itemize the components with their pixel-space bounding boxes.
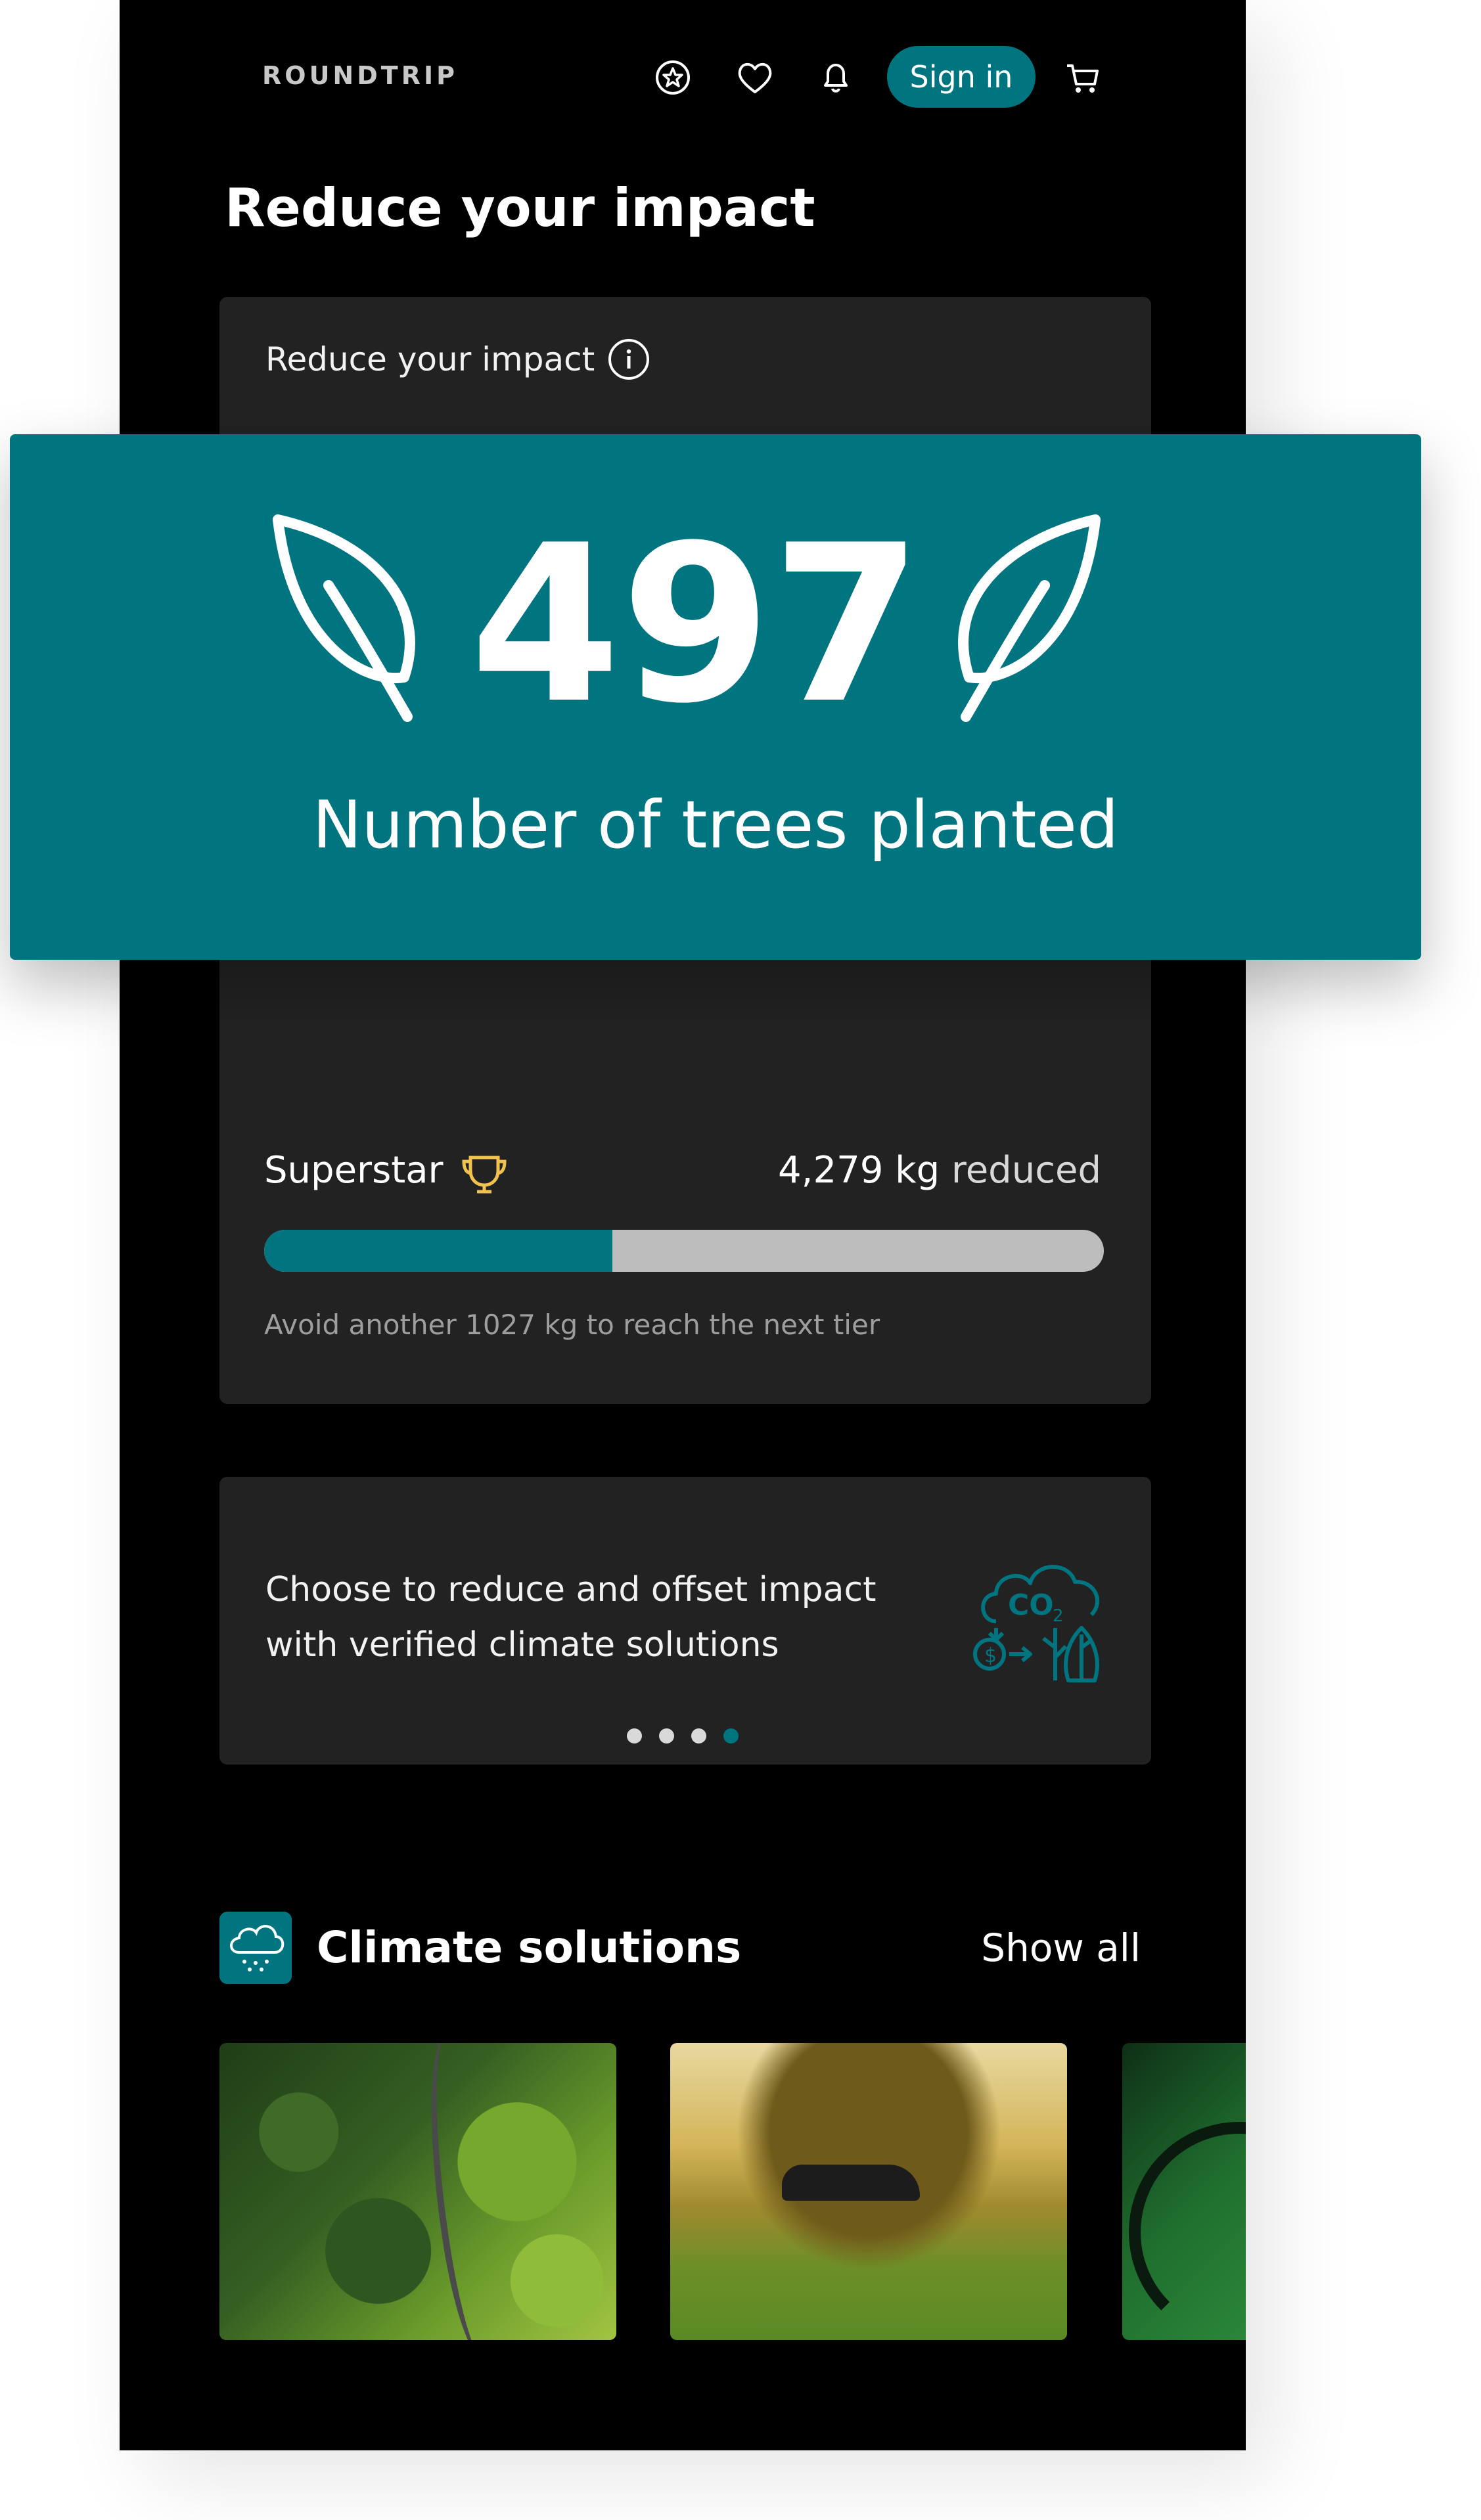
- reduced-word: reduced: [951, 1149, 1101, 1192]
- impact-card-title: Reduce your impact: [265, 340, 595, 378]
- green-car-thumbnail[interactable]: [1122, 2043, 1246, 2340]
- svg-text:CO: CO: [1008, 1588, 1054, 1622]
- svg-text:$: $: [984, 1644, 997, 1667]
- leaf-icon: [958, 514, 1101, 722]
- road-shape: [413, 2043, 518, 2340]
- heart-icon[interactable]: [734, 56, 776, 99]
- carousel-line-1: Choose to reduce and offset impact: [265, 1570, 877, 1609]
- show-all-link[interactable]: Show all: [981, 1912, 1141, 1984]
- trees-planted-banner: 497 Number of trees planted: [10, 434, 1421, 960]
- trees-planted-count: 497: [470, 499, 923, 751]
- roundtrip-logo[interactable]: ROUNDTRIP: [262, 59, 502, 92]
- carousel-pagination[interactable]: [627, 1728, 739, 1744]
- climate-carousel-card[interactable]: Choose to reduce and offset impact with …: [219, 1477, 1151, 1765]
- trees-planted-label: Number of trees planted: [312, 786, 1119, 863]
- carousel-dot[interactable]: [691, 1728, 706, 1744]
- carousel-dot[interactable]: [723, 1728, 739, 1744]
- page-title: Reduce your impact: [225, 177, 815, 238]
- bell-icon[interactable]: [815, 56, 857, 99]
- leaf-icon: [273, 514, 415, 722]
- cart-icon[interactable]: [1062, 56, 1104, 99]
- carousel-text: Choose to reduce and offset impact with …: [265, 1562, 923, 1673]
- phone-screen: ROUNDTRIP Sign in Reduce your impact Red…: [120, 0, 1246, 2450]
- carousel-dot[interactable]: [627, 1728, 642, 1744]
- car-shape: [782, 2165, 920, 2201]
- carousel-line-2: with verified climate solutions: [265, 1625, 779, 1665]
- tier-label: Superstar: [264, 1149, 444, 1192]
- reduced-amount: 4,279 kg: [778, 1149, 940, 1192]
- climate-solutions-title: Climate solutions: [317, 1922, 742, 1973]
- tier-progress-fill: [264, 1230, 613, 1272]
- car-wheel-arc: [1129, 2122, 1246, 2340]
- sign-in-button[interactable]: Sign in: [887, 46, 1036, 108]
- forest-road-thumbnail[interactable]: [219, 2043, 616, 2340]
- car-field-thumbnail[interactable]: [670, 2043, 1067, 2340]
- next-tier-hint: Avoid another 1027 kg to reach the next …: [264, 1309, 880, 1341]
- co2-offset-icon: CO 2 $: [973, 1565, 1100, 1682]
- climate-solutions-icon: [219, 1912, 292, 1984]
- co2-reduced: 4,279 kg reduced: [778, 1144, 1101, 1197]
- carousel-dot[interactable]: [659, 1728, 674, 1744]
- trophy-icon: [462, 1156, 507, 1194]
- star-badge-icon[interactable]: [652, 56, 694, 99]
- tier-progress-bar: [264, 1230, 1104, 1272]
- svg-text:2: 2: [1053, 1606, 1064, 1626]
- info-icon[interactable]: [607, 338, 650, 381]
